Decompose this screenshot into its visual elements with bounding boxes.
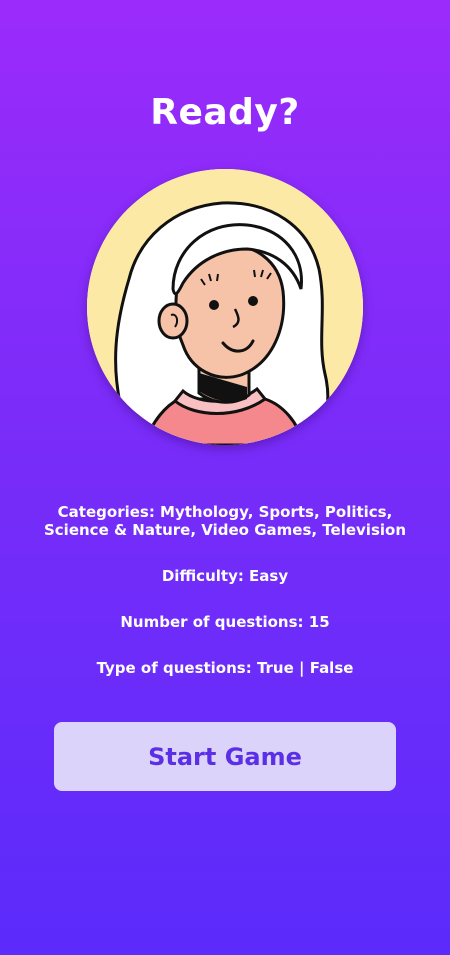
question-count-text: Number of questions: 15 <box>120 613 330 631</box>
page-title: Ready? <box>150 92 300 133</box>
ready-screen: Ready? Categories: Mythology, Sports, Po… <box>0 0 450 955</box>
difficulty-text: Difficulty: Easy <box>161 567 289 585</box>
avatar <box>87 169 363 445</box>
categories-text: Categories: Mythology, Sports, Politics,… <box>43 503 406 539</box>
avatar-illustration-icon <box>87 169 363 445</box>
question-type-text: Type of questions: True | False <box>96 659 354 677</box>
start-game-button[interactable]: Start Game <box>54 722 396 791</box>
